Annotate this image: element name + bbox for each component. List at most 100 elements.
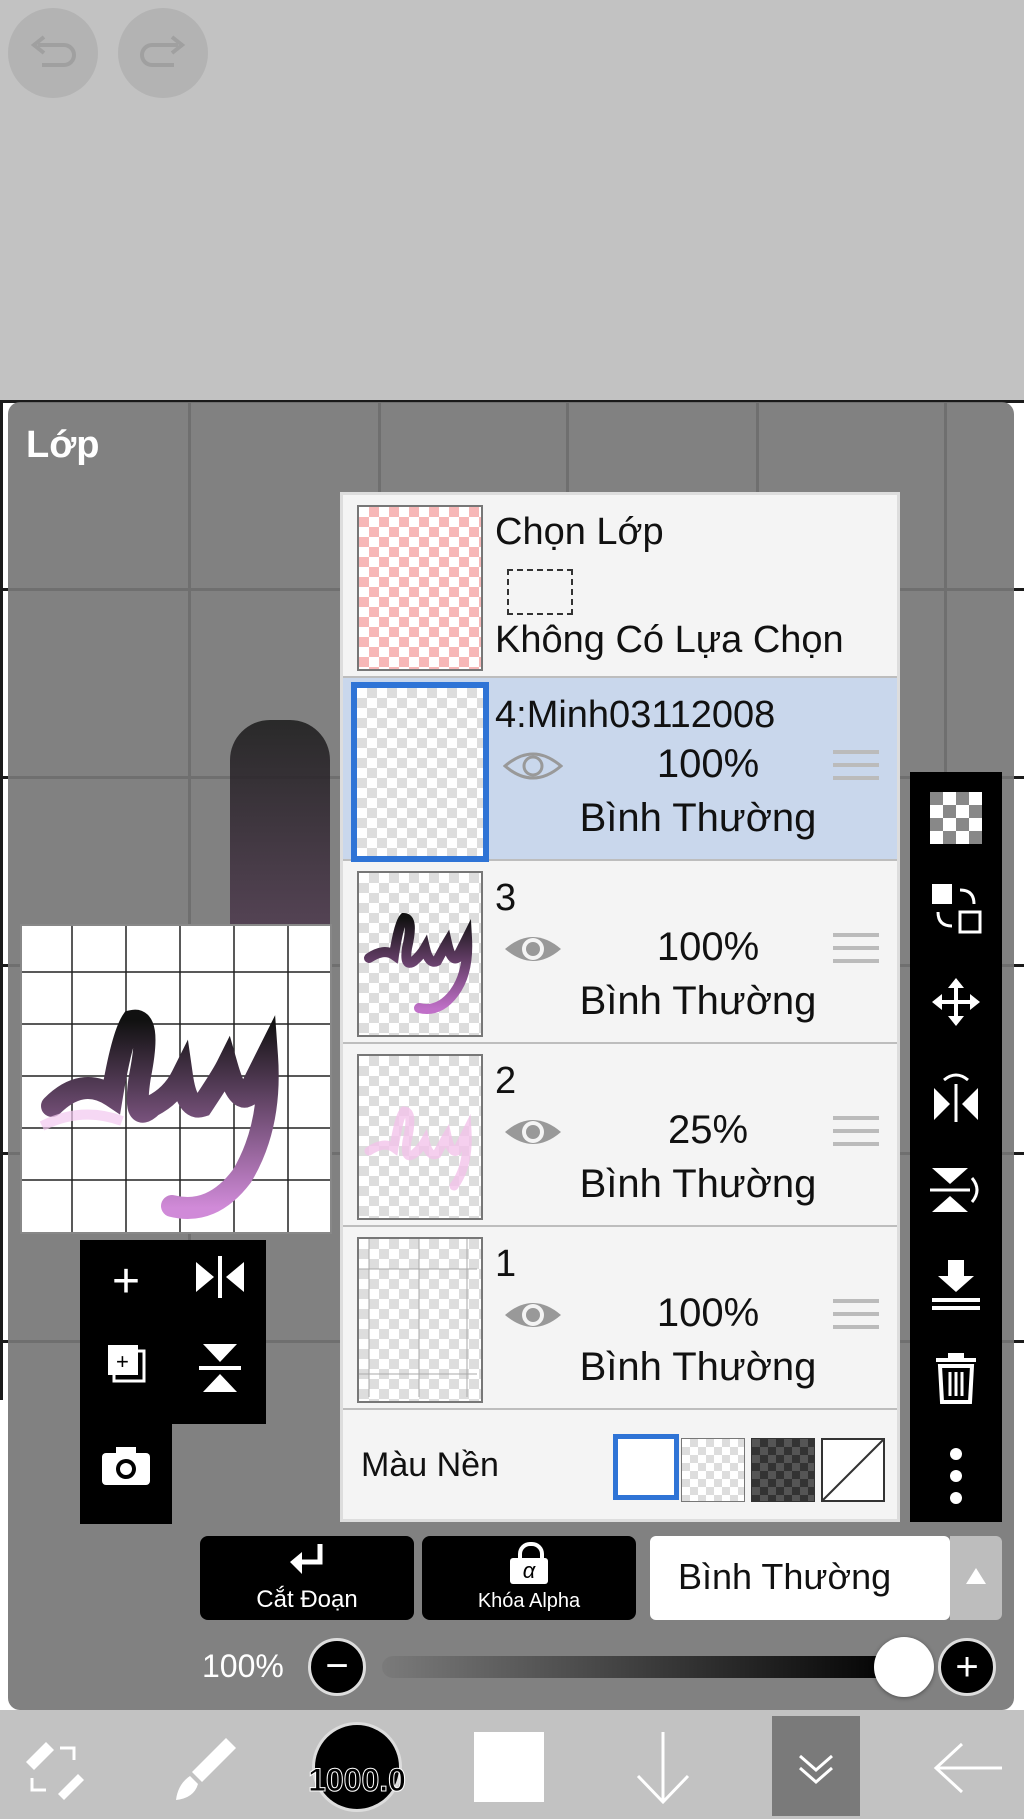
flip-horizontal-side-button[interactable] (930, 1070, 982, 1122)
layer-name: 1 (495, 1243, 517, 1285)
layer-name: 3 (495, 877, 517, 919)
opacity-increase-button[interactable]: + (938, 1638, 996, 1696)
alpha-lock-button[interactable]: α Khóa Alpha (422, 1536, 636, 1620)
background-none-option[interactable] (821, 1438, 885, 1502)
opacity-decrease-button[interactable]: − (308, 1638, 366, 1696)
merge-down-icon (932, 1260, 980, 1310)
background-color-row: Màu Nền (343, 1410, 897, 1518)
flip-vertical-side-button[interactable] (930, 1164, 982, 1216)
brush-tool-button[interactable] (170, 1734, 240, 1804)
layer-blend-mode: Bình Thường (579, 1345, 817, 1389)
brush-size-value: 1000.0 (308, 1762, 407, 1799)
flip-horizontal-icon (196, 1256, 244, 1298)
opacity-value-label: 100% (202, 1648, 284, 1684)
layer-name: 4:Minh03112008 (495, 694, 776, 736)
layers-panel-button[interactable] (772, 1716, 860, 1816)
selection-title: Chọn Lớp (495, 511, 664, 553)
undo-button[interactable] (8, 8, 98, 98)
brush-icon (176, 1738, 236, 1800)
background-light-checker-option[interactable] (681, 1438, 745, 1502)
layer-opacity: 100% (656, 742, 760, 786)
opacity-slider[interactable] (382, 1656, 904, 1678)
clip-arrow-icon (290, 1544, 323, 1574)
copy-layer-button[interactable]: + (96, 1340, 156, 1400)
preview-artwork (22, 926, 330, 1232)
eye-icon[interactable] (503, 929, 563, 969)
camera-panel (80, 1424, 172, 1524)
layer-row-2[interactable]: 2 25% Bình Thường (343, 1044, 897, 1227)
drag-handle-icon[interactable] (833, 933, 879, 969)
lock-icon: α (510, 1542, 548, 1584)
transform-eraser-icon (26, 1742, 84, 1800)
merge-down-button[interactable] (930, 1258, 982, 1310)
layer-thumbnail (351, 682, 489, 862)
redo-button[interactable] (118, 8, 208, 98)
blend-mode-value: Bình Thường (678, 1556, 892, 1597)
copy-layer-icon: + (108, 1345, 146, 1383)
arrow-down-icon (636, 1732, 690, 1805)
triangle-up-icon (966, 1568, 986, 1584)
arrow-left-icon (933, 1742, 1002, 1794)
layer-thumbnail (357, 871, 483, 1037)
layer-opacity: 100% (656, 1291, 760, 1335)
move-icon (932, 978, 980, 1026)
camera-button[interactable] (96, 1442, 156, 1502)
background-dark-checker-option[interactable] (751, 1438, 815, 1502)
eye-icon[interactable] (503, 1112, 563, 1152)
swap-icon (932, 884, 982, 934)
layer-thumbnail (357, 1054, 483, 1220)
tool-switch-button[interactable] (18, 1734, 88, 1804)
layer-opacity: 25% (667, 1108, 749, 1152)
swap-layer-button[interactable] (930, 882, 982, 934)
add-layer-button[interactable]: + (96, 1252, 156, 1312)
clip-label: Cắt Đoạn (256, 1586, 358, 1613)
background-label: Màu Nền (361, 1446, 499, 1484)
delete-layer-button[interactable] (930, 1352, 982, 1404)
layer-down-button[interactable] (628, 1728, 698, 1806)
selection-marquee-icon (507, 569, 573, 615)
more-vertical-icon (950, 1448, 962, 1504)
flip-horizontal-button[interactable] (190, 1252, 250, 1312)
blend-mode-select[interactable]: Bình Thường (650, 1536, 950, 1620)
drag-handle-icon[interactable] (833, 1116, 879, 1152)
transparency-button[interactable] (930, 792, 982, 844)
chevron-double-down-icon (799, 1754, 833, 1784)
layer-row-1[interactable]: 1 100% Bình Thường (343, 1227, 897, 1410)
left-layer-tools: + + (80, 1240, 266, 1424)
more-button[interactable] (930, 1446, 982, 1504)
clip-button[interactable]: Cắt Đoạn (200, 1536, 414, 1620)
color-swatch-button[interactable] (474, 1732, 544, 1802)
eye-icon[interactable] (503, 1295, 563, 1335)
selection-layer-row[interactable]: Chọn Lớp Không Có Lựa Chọn (343, 495, 897, 678)
alpha-lock-label: Khóa Alpha (477, 1590, 581, 1612)
eye-icon[interactable] (503, 746, 563, 786)
move-button[interactable] (930, 976, 982, 1028)
layer-blend-mode: Bình Thường (579, 979, 817, 1023)
panel-title: Lớp (26, 424, 100, 466)
layers-list: Chọn Lớp Không Có Lựa Chọn 4:Minh0311200… (340, 492, 900, 1522)
minus-icon: − (325, 1644, 349, 1688)
opacity-slider-thumb[interactable] (874, 1637, 934, 1697)
plus-icon: + (111, 1255, 141, 1308)
flip-horizontal-icon (934, 1073, 978, 1122)
trash-icon (936, 1353, 976, 1404)
layer-thumbnail (357, 1237, 483, 1403)
svg-text:+: + (116, 1349, 129, 1374)
layer-opacity: 100% (656, 925, 760, 969)
layer-blend-mode: Bình Thường (579, 1162, 817, 1206)
blend-mode-toggle[interactable] (950, 1536, 1002, 1620)
drag-handle-icon[interactable] (833, 1299, 879, 1335)
canvas-preview[interactable] (20, 924, 332, 1234)
layer-row-3[interactable]: 3 100% Bình Thường (343, 861, 897, 1044)
plus-icon: + (955, 1645, 979, 1689)
background-white-option[interactable] (613, 1434, 679, 1500)
layer-row-4[interactable]: 4:Minh03112008 100% Bình Thường (343, 678, 897, 862)
checker-icon (930, 792, 982, 844)
back-button[interactable] (930, 1738, 1006, 1798)
undo-icon (30, 35, 76, 67)
flip-vertical-button[interactable] (190, 1340, 250, 1400)
selection-thumbnail (357, 505, 483, 671)
flip-vertical-icon (199, 1344, 241, 1392)
drag-handle-icon[interactable] (833, 750, 879, 786)
flip-vertical-icon (930, 1168, 979, 1212)
